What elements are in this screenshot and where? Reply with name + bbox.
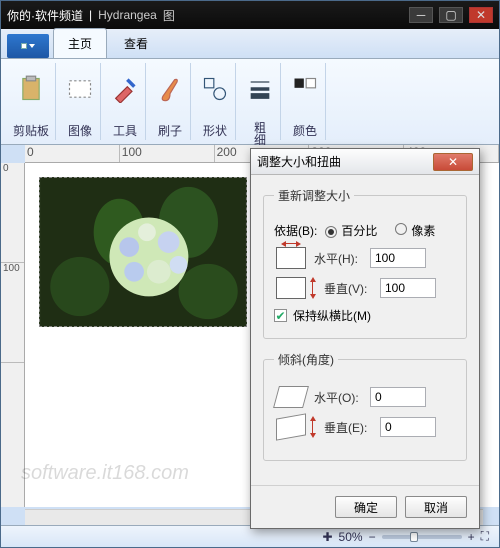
skew-fieldset: 倾斜(角度) 水平(O): 垂直(E):	[263, 351, 467, 461]
filename-text: Hydrangea	[98, 8, 157, 22]
ok-button[interactable]: 确定	[335, 496, 397, 518]
horizontal-icon	[276, 247, 306, 269]
radio-pixel[interactable]: 像素	[395, 222, 435, 239]
resize-dialog: 调整大小和扭曲 ✕ 重新调整大小 依据(B): 百分比 像素 水平(H): 垂直…	[250, 148, 480, 529]
maximize-button[interactable]: ▢	[439, 7, 463, 23]
v-label: 垂直(V):	[324, 280, 372, 297]
brush-label: 刷子	[158, 122, 182, 138]
vertical-input[interactable]	[380, 278, 436, 298]
radio-percent[interactable]: 百分比	[325, 222, 377, 239]
radio-percent-dot	[325, 226, 337, 238]
shapes-label: 形状	[203, 122, 227, 138]
filename-suffix: 图	[163, 7, 175, 24]
ribbon: 剪贴板 图像 工具 刷子 形状 粗 细 颜色	[1, 59, 499, 145]
skew-h-row: 水平(O):	[276, 386, 456, 408]
vertical-row: 垂直(V):	[276, 277, 456, 299]
ribbon-tabs: 主页 查看	[1, 29, 499, 59]
group-shapes[interactable]: 形状	[195, 63, 236, 140]
tab-home-label: 主页	[68, 37, 92, 51]
tab-view-label: 查看	[124, 37, 148, 51]
aspect-label: 保持纵横比(M)	[293, 307, 371, 324]
dialog-titlebar[interactable]: 调整大小和扭曲 ✕	[251, 149, 479, 175]
dialog-close-button[interactable]: ✕	[433, 153, 473, 171]
color-icon	[291, 65, 319, 113]
zoom-in[interactable]: +	[468, 530, 475, 544]
skew-v-label: 垂直(E):	[324, 419, 372, 436]
dialog-buttons: 确定 取消	[251, 485, 479, 528]
image-label: 图像	[68, 122, 92, 138]
aspect-checkbox[interactable]: ✔	[274, 309, 287, 322]
skew-legend: 倾斜(角度)	[274, 351, 338, 368]
color-label: 颜色	[293, 122, 317, 138]
skew-h-label: 水平(O):	[314, 389, 362, 406]
thickness-label: 粗 细	[254, 122, 266, 138]
group-tools[interactable]: 工具	[105, 63, 146, 140]
group-brush[interactable]: 刷子	[150, 63, 191, 140]
brush-icon	[156, 65, 184, 113]
skew-v-input[interactable]	[380, 417, 436, 437]
basis-row: 依据(B): 百分比 像素	[274, 222, 456, 239]
group-thickness[interactable]: 粗 细	[240, 63, 281, 140]
aspect-row[interactable]: ✔ 保持纵横比(M)	[274, 307, 456, 324]
skew-h-input[interactable]	[370, 387, 426, 407]
group-color[interactable]: 颜色	[285, 63, 326, 140]
skew-h-icon	[273, 386, 309, 408]
vertical-icon	[276, 277, 306, 299]
group-image[interactable]: 图像	[60, 63, 101, 140]
skew-v-arrow-icon	[310, 416, 316, 438]
minimize-button[interactable]: ─	[409, 7, 433, 23]
horizontal-input[interactable]	[370, 248, 426, 268]
tab-home[interactable]: 主页	[53, 28, 107, 58]
app-menu-button[interactable]	[7, 34, 49, 58]
brand-text: 你的·软件频道	[7, 7, 83, 24]
zoom-thumb[interactable]	[410, 532, 418, 542]
hydrangea-image	[40, 178, 246, 326]
title-sep: |	[89, 8, 92, 22]
thickness-icon	[246, 65, 274, 113]
basis-label: 依据(B):	[274, 222, 317, 239]
dialog-body: 重新调整大小 依据(B): 百分比 像素 水平(H): 垂直(V): ✔	[251, 175, 479, 485]
add-button[interactable]: ✚	[322, 530, 332, 544]
close-button[interactable]: ✕	[469, 7, 493, 23]
horizontal-row: 水平(H):	[276, 247, 456, 269]
zoom-out[interactable]: −	[369, 530, 376, 544]
skew-v-icon	[276, 413, 306, 440]
h-label: 水平(H):	[314, 250, 362, 267]
dialog-title: 调整大小和扭曲	[257, 153, 433, 170]
cancel-button[interactable]: 取消	[405, 496, 467, 518]
vertical-arrow-icon	[310, 277, 316, 299]
ruler-vertical: 0 100	[1, 163, 25, 507]
group-clipboard[interactable]: 剪贴板	[7, 63, 56, 140]
titlebar: 你的·软件频道 | Hydrangea 图 ─ ▢ ✕	[1, 1, 499, 29]
fullscreen-button[interactable]: ⛶	[481, 529, 489, 544]
clipboard-icon	[17, 65, 45, 113]
image-icon	[66, 65, 94, 113]
tools-label: 工具	[113, 122, 137, 138]
photo-selection[interactable]	[39, 177, 247, 327]
skew-v-row: 垂直(E):	[276, 416, 456, 438]
resize-legend: 重新调整大小	[274, 187, 354, 204]
zoom-text: 50%	[339, 530, 363, 544]
zoom-slider[interactable]	[382, 535, 462, 539]
shapes-icon	[201, 65, 229, 113]
tools-icon	[111, 65, 139, 113]
radio-pixel-dot	[395, 223, 407, 235]
tab-view[interactable]: 查看	[109, 28, 163, 58]
resize-fieldset: 重新调整大小 依据(B): 百分比 像素 水平(H): 垂直(V): ✔	[263, 187, 467, 339]
clipboard-label: 剪贴板	[13, 122, 49, 138]
